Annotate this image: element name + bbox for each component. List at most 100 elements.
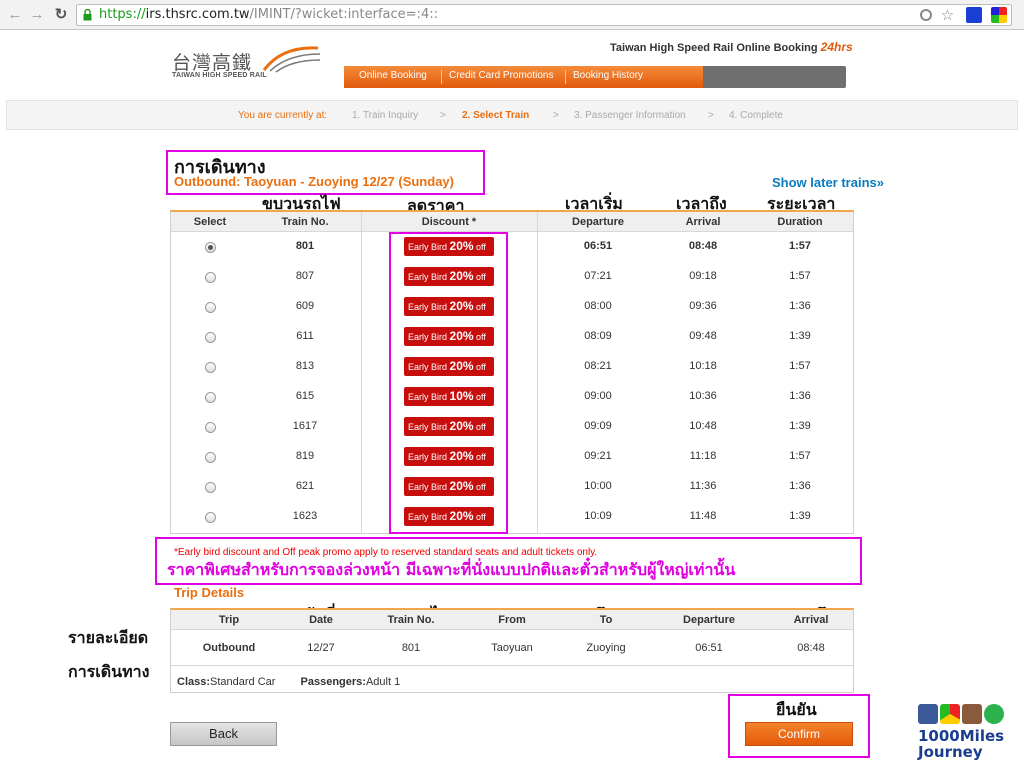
url-scheme: https:// [99, 7, 146, 22]
train-row[interactable]: 819 Early Bird 20% off 09:21 11:18 1:57 [171, 442, 853, 472]
train-row[interactable]: 609 Early Bird 20% off 08:00 09:36 1:36 [171, 292, 853, 322]
outbound-title: Outbound: Taoyuan - Zuoying 12/27 (Sunda… [174, 174, 454, 189]
duration-time: 1:57 [789, 360, 811, 372]
arrival-time: 10:48 [689, 420, 717, 432]
url-host: irs.thsrc.com.tw [145, 7, 250, 22]
trip-details-title: Trip Details [174, 585, 245, 600]
chrome-icon [940, 704, 960, 724]
back-button[interactable]: Back [170, 722, 277, 746]
train-row[interactable]: 813 Early Bird 20% off 08:21 10:18 1:57 [171, 352, 853, 382]
trip-col-arrival: Arrival [793, 614, 829, 626]
to-value: Zuoying [586, 642, 626, 654]
forward-arrow-icon[interactable]: → [28, 6, 46, 24]
discount-highlight [389, 232, 508, 534]
train-number: 813 [295, 360, 315, 372]
details-thai-line2: การเดินทาง [68, 662, 150, 681]
extension-icon[interactable] [965, 7, 982, 23]
bookmark-star-icon[interactable]: ☆ [941, 7, 957, 23]
duration-time: 1:39 [789, 330, 811, 342]
train-row[interactable]: 621 Early Bird 20% off 10:00 11:36 1:36 [171, 472, 853, 502]
train-row[interactable]: 611 Early Bird 20% off 08:09 09:48 1:39 [171, 322, 853, 352]
duration-time: 1:57 [789, 270, 811, 282]
train-row[interactable]: 1623 Early Bird 20% off 10:09 11:48 1:39 [171, 502, 853, 532]
logo-chinese: 台灣高鐵 [172, 52, 253, 74]
train-select-radio[interactable] [205, 242, 216, 253]
url-path: /IMINT/?wicket:interface=:4:: [249, 7, 438, 22]
arrival-time: 11:18 [689, 450, 717, 462]
zoom-icon[interactable] [919, 9, 932, 21]
arrival-time: 10:36 [689, 390, 717, 402]
train-select-radio[interactable] [205, 452, 216, 463]
step-passenger-information: 3. Passenger Information [574, 110, 686, 121]
train-select-radio[interactable] [205, 422, 216, 433]
train-number: 819 [295, 450, 315, 462]
menu-online-booking[interactable]: Online Booking [359, 70, 427, 81]
trip-col-train-no: Train No. [387, 614, 435, 626]
step-separator: > [553, 110, 559, 121]
train-number: 611 [296, 330, 314, 342]
passengers-value: Adult 1 [365, 676, 401, 688]
train-row[interactable]: 807 Early Bird 20% off 07:21 09:18 1:57 [171, 262, 853, 292]
col-arrival: Arrival [685, 216, 721, 228]
social-icons [918, 704, 1006, 727]
arrival-time: 09:48 [689, 330, 717, 342]
trip-col-date: Date [309, 614, 333, 626]
duration-time: 1:57 [789, 450, 811, 462]
menu-credit-card-promotions[interactable]: Credit Card Promotions [449, 70, 553, 81]
col-select: Select [193, 216, 227, 228]
confirm-button[interactable]: Confirm [745, 722, 853, 746]
brand-title: Taiwan High Speed Rail Online Booking 24… [610, 40, 853, 54]
progress-steps: You are currently at: 1. Train Inquiry >… [6, 100, 1018, 130]
departure-time: 10:00 [584, 480, 612, 492]
menu-booking-history[interactable]: Booking History [573, 70, 643, 81]
train-select-radio[interactable] [205, 332, 216, 343]
line-icon [984, 704, 1004, 724]
steps-prefix: You are currently at: [238, 110, 328, 121]
train-select-radio[interactable] [205, 272, 216, 283]
arrival-time: 09:36 [689, 300, 717, 312]
logo-english: TAIWAN HIGH SPEED RAIL [172, 72, 267, 79]
departure-time: 06:51 [583, 240, 613, 252]
train-table-header: Select Train No. Discount * Departure Ar… [171, 212, 853, 232]
duration-time: 1:39 [789, 420, 811, 432]
train-select-radio[interactable] [205, 512, 216, 523]
date-value: 12/27 [307, 642, 335, 654]
address-bar[interactable]: https://irs.thsrc.com.tw/IMINT/?wicket:i… [76, 4, 1012, 26]
confirm-thai: ยืนยัน [776, 700, 817, 719]
duration-time: 1:57 [788, 240, 812, 252]
col-discount: Discount * [421, 216, 477, 228]
train-select-radio[interactable] [205, 482, 216, 493]
trip-details-footer: Class:Standard Car Passengers:Adult 1 [177, 676, 400, 688]
train-number: 621 [295, 480, 315, 492]
main-menu: Online Booking Credit Card Promotions Bo… [344, 66, 846, 88]
brand-24hrs: 24hrs [820, 40, 853, 54]
col-duration: Duration [777, 216, 823, 228]
train-select-radio[interactable] [205, 302, 216, 313]
browser-toolbar: ← → ↻ https://irs.thsrc.com.tw/IMINT/?wi… [0, 0, 1024, 30]
thsr-logo[interactable]: 台灣高鐵 TAIWAN HIGH SPEED RAIL [172, 44, 332, 84]
page: 台灣高鐵 TAIWAN HIGH SPEED RAIL Taiwan High … [0, 30, 1024, 774]
train-row[interactable]: 801 Early Bird 20% off 06:51 08:48 1:57 [171, 232, 853, 262]
lock-icon [83, 9, 92, 21]
reload-icon[interactable]: ↻ [52, 6, 70, 24]
duration-time: 1:36 [789, 390, 811, 402]
color-extension-icon[interactable] [991, 7, 1007, 23]
train-select-radio[interactable] [205, 362, 216, 373]
train-row[interactable]: 1617 Early Bird 20% off 09:09 10:48 1:39 [171, 412, 853, 442]
train-number: 801 [295, 240, 315, 252]
details-thai-line1: รายละเอียด [68, 628, 149, 647]
departure-time: 08:00 [584, 300, 612, 312]
trip-col-from: From [498, 614, 526, 626]
show-later-trains-link[interactable]: Show later trains» [772, 175, 884, 190]
train-no-value: 801 [401, 642, 421, 654]
train-number: 1617 [292, 420, 318, 432]
train-select-radio[interactable] [205, 392, 216, 403]
arrival-time: 11:48 [689, 510, 717, 522]
departure-time: 08:21 [584, 360, 612, 372]
step-complete: 4. Complete [729, 110, 783, 121]
departure-time: 09:00 [584, 390, 612, 402]
train-row[interactable]: 615 Early Bird 10% off 09:00 10:36 1:36 [171, 382, 853, 412]
early-bird-note: *Early bird discount and Off peak promo … [174, 547, 598, 558]
back-arrow-icon[interactable]: ← [6, 6, 24, 24]
train-number: 615 [295, 390, 315, 402]
